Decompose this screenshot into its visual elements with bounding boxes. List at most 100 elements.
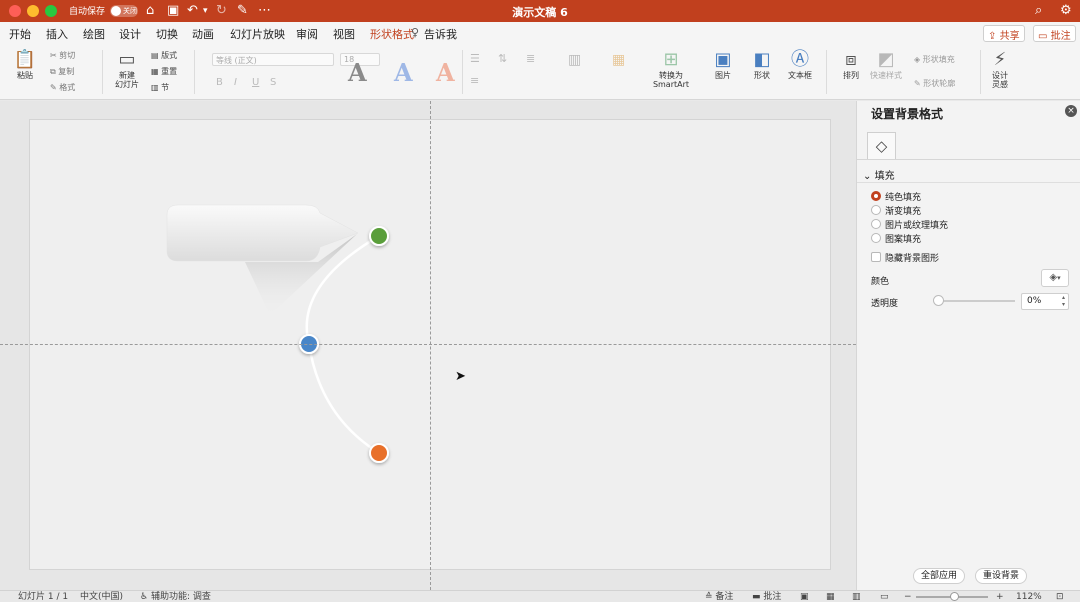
transparency-slider[interactable] bbox=[937, 300, 1015, 302]
tab-review[interactable]: 审阅 bbox=[296, 26, 318, 42]
orange-dot[interactable] bbox=[369, 443, 389, 463]
arrange-button[interactable]: ⧈ 排列 bbox=[834, 49, 868, 80]
divider bbox=[857, 182, 1080, 183]
comment-button[interactable]: ▭ 批注 bbox=[1033, 25, 1076, 42]
design-ideas-button[interactable]: ⚡ 设计 灵感 bbox=[984, 49, 1016, 89]
tab-animations[interactable]: 动画 bbox=[192, 26, 214, 47]
shapes-button[interactable]: ◧ 形状 bbox=[744, 49, 780, 80]
zoom-slider-handle[interactable] bbox=[950, 592, 959, 601]
zoom-level[interactable]: 112% bbox=[1016, 592, 1042, 602]
transparency-field[interactable]: 0% ▴ ▾ bbox=[1021, 293, 1069, 310]
language[interactable]: 中文(中国) bbox=[80, 592, 123, 602]
tab-draw[interactable]: 绘图 bbox=[83, 26, 105, 42]
fill-tab[interactable]: ◇ bbox=[867, 132, 896, 159]
reading-view-icon[interactable]: ▥ bbox=[852, 592, 861, 602]
new-slide-button[interactable]: ▭ 新建 幻灯片 bbox=[108, 49, 146, 89]
layout-icon: ▤ bbox=[151, 51, 159, 60]
columns-icon[interactable]: ▥ bbox=[568, 52, 581, 68]
notes-button[interactable]: ≙ 备注 bbox=[705, 592, 733, 602]
horizontal-guide[interactable] bbox=[0, 344, 856, 345]
pane-close-button[interactable]: × bbox=[1065, 105, 1077, 117]
share-button[interactable]: ⇪ 共享 bbox=[983, 25, 1025, 42]
design-ideas-icon: ⚡ bbox=[993, 49, 1007, 70]
stepper-icon[interactable]: ▴ ▾ bbox=[1062, 294, 1065, 308]
tab-slideshow[interactable]: 幻灯片放映 bbox=[230, 26, 285, 42]
comments-label: 批注 bbox=[763, 592, 782, 602]
text-direction-icon[interactable]: ⇅ bbox=[498, 52, 507, 65]
text-outline-icon[interactable]: A bbox=[436, 60, 455, 86]
reset-background-button[interactable]: 重设背景 bbox=[975, 568, 1027, 584]
tab-view[interactable]: 视图 bbox=[333, 26, 355, 42]
radio-button[interactable] bbox=[871, 233, 881, 243]
slide-canvas-area[interactable]: ➤ bbox=[0, 101, 856, 590]
fill-option-label: 纯色填充 bbox=[885, 193, 922, 203]
normal-view-icon[interactable]: ▣ bbox=[800, 592, 809, 602]
arrange-objects-icon[interactable]: ▦ bbox=[612, 52, 625, 68]
radio-button[interactable] bbox=[871, 205, 881, 215]
radio-button[interactable] bbox=[871, 191, 881, 201]
tab-design[interactable]: 设计 bbox=[119, 26, 141, 42]
new-slide-label-2: 幻灯片 bbox=[115, 80, 139, 89]
tab-transitions[interactable]: 切换 bbox=[156, 26, 178, 42]
align-text-icon[interactable]: ≣ bbox=[526, 52, 535, 65]
reset-button[interactable]: ▦ 重置 bbox=[151, 66, 177, 77]
paint-bucket-icon: ◇ bbox=[875, 137, 888, 155]
tab-tell-me[interactable]: 告诉我 bbox=[424, 26, 457, 42]
green-dot[interactable] bbox=[369, 226, 389, 246]
text-effects-icon[interactable]: A bbox=[348, 60, 367, 86]
layout-button[interactable]: ▤ 版式 bbox=[151, 50, 177, 61]
format-label: 格式 bbox=[59, 83, 76, 92]
shape-fill-button[interactable]: ◈ 形状填充 bbox=[914, 54, 955, 65]
document-title: 演示文稿 6 bbox=[512, 6, 568, 19]
accessibility-status[interactable]: ♿ 辅助功能: 调查 bbox=[140, 592, 211, 602]
slide-sorter-icon[interactable]: ▦ bbox=[826, 592, 835, 602]
color-picker-button[interactable]: ◈▾ bbox=[1041, 269, 1069, 287]
shape-outline-button[interactable]: ✎ 形状轮廓 bbox=[914, 78, 955, 89]
picture-label: 图片 bbox=[715, 71, 731, 80]
section-button[interactable]: ▥ 节 bbox=[151, 82, 169, 93]
callout-shape[interactable] bbox=[166, 204, 359, 262]
underline-icon[interactable]: U bbox=[252, 77, 259, 88]
separator bbox=[194, 50, 195, 94]
lightbulb-icon[interactable]: ♀ bbox=[411, 26, 419, 39]
text-box-button[interactable]: Ⓐ 文本框 bbox=[782, 49, 818, 80]
fit-slide-icon[interactable]: ⊡ bbox=[1056, 592, 1064, 602]
apply-all-button[interactable]: 全部应用 bbox=[913, 568, 965, 584]
transparency-value: 0% bbox=[1027, 296, 1042, 306]
radio-button[interactable] bbox=[871, 219, 881, 229]
align-left-icon[interactable]: ≡ bbox=[470, 74, 479, 87]
strikethrough-icon[interactable]: S bbox=[270, 77, 276, 88]
font-name-field[interactable]: 等线 (正文) bbox=[212, 53, 334, 66]
quick-styles-button[interactable]: ◩ 快速样式 bbox=[866, 49, 906, 80]
tab-home[interactable]: 开始 bbox=[9, 26, 31, 42]
shape-fill-label: 形状填充 bbox=[922, 55, 955, 64]
tab-insert[interactable]: 插入 bbox=[46, 26, 68, 42]
fill-section-header[interactable]: ⌄ 填充 bbox=[863, 167, 895, 182]
user-settings-icon[interactable]: ⚙ bbox=[1060, 3, 1072, 19]
format-painter-button[interactable]: ✎ 格式 bbox=[50, 82, 75, 93]
copy-icon: ⧉ bbox=[50, 67, 56, 76]
convert-smartart-label-1: 转换为 bbox=[659, 71, 683, 80]
picture-button[interactable]: ▣ 图片 bbox=[706, 49, 740, 80]
slideshow-icon[interactable]: ▭ bbox=[880, 592, 889, 602]
search-icon[interactable]: ⌕ bbox=[1035, 3, 1042, 19]
bullets-icon[interactable]: ☰ bbox=[470, 52, 480, 65]
text-fill-icon[interactable]: A bbox=[394, 60, 413, 86]
tab-shape-format[interactable]: 形状格式 bbox=[370, 26, 414, 42]
comments-button[interactable]: ▬ 批注 bbox=[752, 592, 781, 602]
transparency-slider-handle[interactable] bbox=[933, 295, 944, 306]
separator bbox=[826, 50, 827, 94]
reset-label: 重置 bbox=[161, 67, 178, 76]
paste-button[interactable]: 📋 粘贴 bbox=[10, 49, 40, 80]
copy-button[interactable]: ⧉ 复制 bbox=[50, 66, 74, 77]
separator bbox=[980, 50, 981, 94]
zoom-out-icon[interactable]: − bbox=[904, 592, 912, 602]
hide-background-graphics-checkbox[interactable] bbox=[871, 252, 881, 262]
convert-smartart-button[interactable]: ⊞ 转换为 SmartArt bbox=[648, 49, 694, 89]
italic-icon[interactable]: I bbox=[234, 77, 237, 88]
section-icon: ▥ bbox=[151, 83, 159, 92]
cut-button[interactable]: ✂ 剪切 bbox=[50, 50, 75, 61]
zoom-in-icon[interactable]: + bbox=[996, 592, 1004, 602]
vertical-guide[interactable] bbox=[430, 101, 431, 590]
bold-icon[interactable]: B bbox=[216, 77, 223, 88]
